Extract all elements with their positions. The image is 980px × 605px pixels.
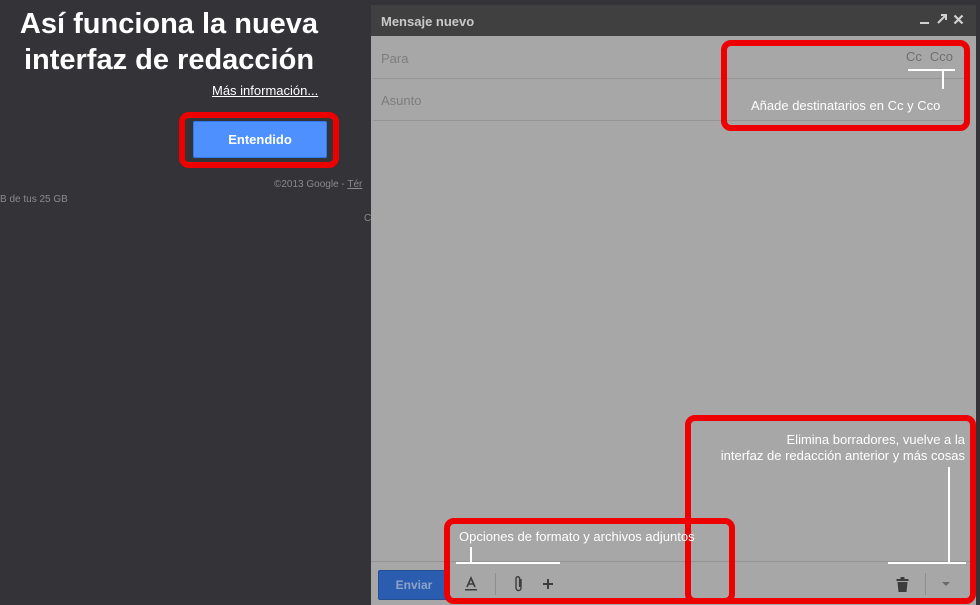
discard-note: Elimina borradores, vuelve a la interfaz…	[695, 432, 965, 464]
discard-pointer-stem	[948, 467, 950, 563]
cc-note: Añade destinatarios en Cc y Cco	[751, 98, 941, 113]
tour-title: Así funciona la nueva interfaz de redacc…	[19, 8, 319, 76]
format-pointer-stem	[470, 547, 472, 563]
got-it-highlight	[179, 112, 339, 168]
subject-label: Asunto	[381, 93, 422, 108]
close-icon[interactable]	[951, 11, 966, 27]
more-info-link[interactable]: Más información...	[212, 83, 318, 98]
storage-usage: B de tus 25 GB	[0, 194, 68, 205]
compose-header: Mensaje nuevo	[371, 5, 976, 36]
to-label: Para	[381, 51, 409, 66]
minimize-icon[interactable]	[917, 11, 932, 27]
background-footer: ©2013 Google - Tér	[274, 179, 363, 190]
cc-bracket-stem	[942, 71, 944, 89]
pop-out-icon[interactable]	[934, 11, 949, 27]
format-pointer-line	[456, 562, 560, 564]
header-controls	[917, 11, 966, 27]
discard-note-line2: interfaz de redacción anterior y más cos…	[720, 448, 965, 463]
terms-link: Tér	[347, 179, 363, 190]
discard-note-line1: Elimina borradores, vuelve a la	[786, 432, 965, 447]
cc-bcc-highlight	[721, 40, 970, 131]
format-note: Opciones de formato y archivos adjuntos	[459, 529, 695, 544]
cc-bracket-line	[908, 69, 955, 71]
discard-pointer-line	[888, 562, 966, 564]
send-button[interactable]: Enviar	[378, 570, 450, 600]
compose-title: Mensaje nuevo	[381, 14, 475, 29]
